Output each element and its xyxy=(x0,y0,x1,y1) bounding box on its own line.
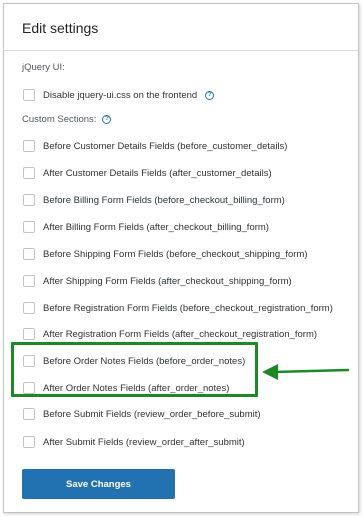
help-circle-icon[interactable]: ? xyxy=(205,90,215,100)
custom-section-label: After Shipping Form Fields (after_checko… xyxy=(43,275,292,287)
edit-settings-panel: Edit settings jQuery UI: Disable jquery-… xyxy=(3,3,359,513)
custom-section-checkbox[interactable] xyxy=(23,436,35,448)
custom-section-checkbox[interactable] xyxy=(23,140,35,152)
custom-section-option[interactable]: After Shipping Form Fields (after_checko… xyxy=(23,274,292,288)
jquery-ui-label: jQuery UI: xyxy=(22,62,65,73)
custom-section-label: Before Shipping Form Fields (before_chec… xyxy=(43,248,308,260)
disable-jquery-css-option[interactable]: Disable jquery-ui.css on the frontend ? xyxy=(23,88,215,102)
custom-section-checkbox[interactable] xyxy=(23,167,35,179)
pointer-arrow-icon xyxy=(262,364,350,380)
custom-section-label: Before Customer Details Fields (before_c… xyxy=(43,140,288,152)
custom-section-checkbox[interactable] xyxy=(23,194,35,206)
help-circle-icon[interactable]: ? xyxy=(102,115,112,124)
custom-section-checkbox[interactable] xyxy=(23,408,35,420)
custom-section-option[interactable]: After Submit Fields (review_order_after_… xyxy=(23,435,245,449)
custom-section-option[interactable]: Before Submit Fields (review_order_befor… xyxy=(23,407,261,421)
custom-section-label: After Customer Details Fields (after_cus… xyxy=(43,167,272,179)
custom-sections-label: Custom Sections: ? xyxy=(22,114,112,125)
custom-section-option[interactable]: Before Registration Form Fields (before_… xyxy=(23,301,333,315)
custom-section-label: After Submit Fields (review_order_after_… xyxy=(43,436,245,448)
custom-section-label: After Billing Form Fields (after_checkou… xyxy=(43,221,269,233)
order-notes-highlight-box xyxy=(11,342,258,397)
custom-section-checkbox[interactable] xyxy=(23,328,35,340)
custom-section-checkbox[interactable] xyxy=(23,221,35,233)
custom-section-label: Before Registration Form Fields (before_… xyxy=(43,302,333,314)
custom-section-option[interactable]: After Registration Form Fields (after_ch… xyxy=(23,327,317,341)
custom-section-option[interactable]: After Customer Details Fields (after_cus… xyxy=(23,166,272,180)
panel-title: Edit settings xyxy=(22,20,99,36)
custom-section-checkbox[interactable] xyxy=(23,302,35,314)
custom-section-label: Before Billing Form Fields (before_check… xyxy=(43,194,285,206)
disable-jquery-css-label: Disable jquery-ui.css on the frontend xyxy=(43,89,198,101)
panel-header: Edit settings xyxy=(4,4,358,51)
custom-section-checkbox[interactable] xyxy=(23,248,35,260)
custom-section-option[interactable]: After Billing Form Fields (after_checkou… xyxy=(23,220,269,234)
custom-section-option[interactable]: Before Customer Details Fields (before_c… xyxy=(23,139,287,153)
custom-section-option[interactable]: Before Billing Form Fields (before_check… xyxy=(23,193,285,207)
custom-section-label: Before Submit Fields (review_order_befor… xyxy=(43,408,261,420)
custom-section-checkbox[interactable] xyxy=(23,275,35,287)
save-changes-button[interactable]: Save Changes xyxy=(22,469,175,499)
custom-section-option[interactable]: Before Shipping Form Fields (before_chec… xyxy=(23,247,308,261)
disable-jquery-css-checkbox[interactable] xyxy=(23,89,35,101)
custom-section-label: After Registration Form Fields (after_ch… xyxy=(43,328,318,340)
